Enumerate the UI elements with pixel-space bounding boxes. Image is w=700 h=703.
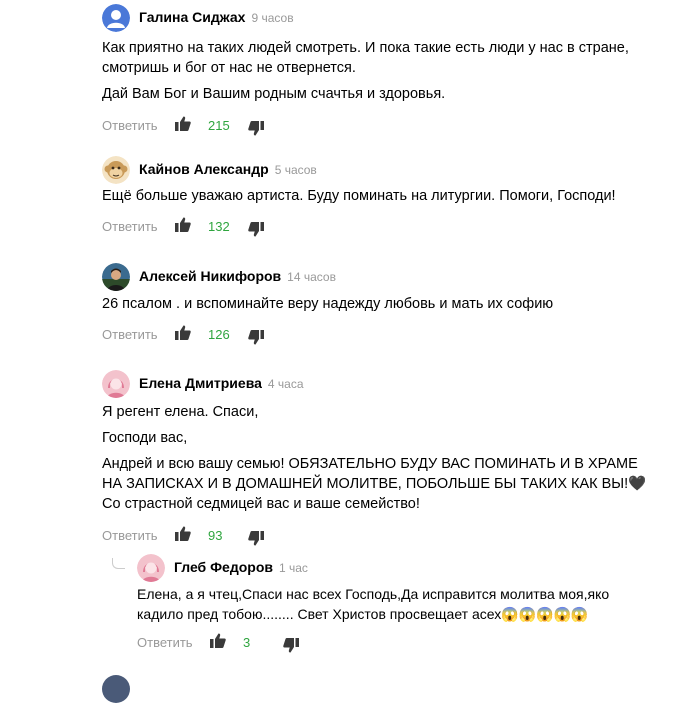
monkey-icon: [102, 156, 130, 184]
comment-time: 1 час: [278, 561, 308, 575]
comment-actions: Ответить 132: [102, 217, 662, 237]
comment-header: Елена Дмитриева 4 часа: [102, 370, 662, 398]
comment-header: Алексей Никифоров 14 часов: [102, 263, 662, 291]
reply-button[interactable]: Ответить: [102, 528, 158, 543]
comment-header: Галина Сиджах 9 часов: [102, 4, 662, 32]
thumbs-up-icon[interactable]: [210, 633, 226, 649]
comment: Галина Сиджах 9 часов Как приятно на таки…: [102, 4, 662, 136]
thumbs-down-icon[interactable]: [283, 637, 299, 653]
comment-actions: Ответить 3: [137, 633, 697, 653]
likes-count: 215: [208, 118, 230, 133]
comment-text: Как приятно на таких людей смотреть. И п…: [102, 38, 662, 104]
likes-count: 3: [243, 635, 251, 650]
comment-paragraph: 26 псалом . и вспоминайте веру надежду л…: [102, 296, 554, 312]
woman-icon: [137, 554, 165, 582]
comment-time: 5 часов: [274, 163, 317, 177]
comment-header: Кайнов Александр 5 часов: [102, 156, 662, 184]
thumbs-up-icon[interactable]: [175, 116, 191, 132]
comment-paragraph: Дай Вам Бог и Вашим родным счачтья и здо…: [102, 86, 446, 102]
comment-header: Глеб Федоров 1 час: [137, 554, 697, 582]
reply-button[interactable]: Ответить: [102, 118, 158, 133]
avatar[interactable]: [102, 370, 130, 398]
reply-comment: Глеб Федоров 1 час Елена, а я чтец,Спаси …: [137, 554, 697, 653]
thumbs-down-icon[interactable]: [248, 329, 264, 345]
woman-icon: [102, 370, 130, 398]
comment-text: Елена, а я чтец,Спаси нас всех Господь,Д…: [137, 584, 697, 624]
comment: Алексей Никифоров 14 часов 26 псалом . и …: [102, 263, 662, 345]
reply-button[interactable]: Ответить: [102, 327, 158, 342]
comment-actions: Ответить 93: [102, 526, 662, 546]
comment-time: 9 часов: [251, 11, 294, 25]
avatar[interactable]: [102, 156, 130, 184]
author-name[interactable]: Елена Дмитриева 4 часа: [139, 375, 304, 391]
comment-text: Ещё больше уважаю артиста. Буду поминать…: [102, 186, 662, 206]
comment: Кайнов Александр 5 часов Ещё больше уважа…: [102, 156, 662, 237]
comment-text: Я регент елена. Спаси, Господи вас, Андр…: [102, 402, 662, 514]
reply-button[interactable]: Ответить: [102, 219, 158, 234]
thumbs-up-icon[interactable]: [175, 325, 191, 341]
thumbs-down-icon[interactable]: [248, 530, 264, 546]
avatar[interactable]: [102, 4, 130, 32]
comment-paragraph: Как приятно на таких людей смотреть. И п…: [102, 40, 629, 76]
thumbs-down-icon[interactable]: [248, 221, 264, 237]
reply-button[interactable]: Ответить: [137, 635, 193, 650]
comment-paragraph: Ещё больше уважаю артиста. Буду поминать…: [102, 188, 616, 204]
comment-time: 14 часов: [287, 270, 336, 284]
comment-actions: Ответить 215: [102, 116, 662, 136]
thumbs-up-icon[interactable]: [175, 526, 191, 542]
default-user-icon: [102, 4, 130, 32]
comment-paragraph: Я регент елена. Спаси,: [102, 404, 259, 420]
comment-time: 4 часа: [267, 377, 304, 391]
comment-actions: Ответить 126: [102, 325, 662, 345]
author-name[interactable]: Глеб Федоров 1 час: [174, 559, 308, 575]
comment-paragraph: Андрей и всю вашу семью! ОБЯЗАТЕЛЬНО БУД…: [102, 456, 647, 512]
likes-count: 93: [208, 528, 223, 543]
comment-text: 26 псалом . и вспоминайте веру надежду л…: [102, 294, 662, 314]
thumbs-up-icon[interactable]: [175, 217, 191, 233]
photo-avatar: [102, 263, 130, 291]
thumbs-down-icon[interactable]: [248, 120, 264, 136]
comment-paragraph: Господи вас,: [102, 430, 188, 446]
author-name[interactable]: Алексей Никифоров 14 часов: [139, 268, 336, 284]
comment: Елена Дмитриева 4 часа Я регент елена. Сп…: [102, 370, 662, 546]
author-name[interactable]: Кайнов Александр 5 часов: [139, 161, 317, 177]
next-comment-avatar[interactable]: [102, 675, 130, 703]
thread-connector: [112, 558, 125, 569]
author-name[interactable]: Галина Сиджах 9 часов: [139, 9, 294, 25]
avatar[interactable]: [137, 554, 165, 582]
likes-count: 126: [208, 327, 230, 342]
likes-count: 132: [208, 219, 230, 234]
avatar[interactable]: [102, 263, 130, 291]
comment-paragraph: Елена, а я чтец,Спаси нас всех Господь,Д…: [137, 586, 610, 622]
